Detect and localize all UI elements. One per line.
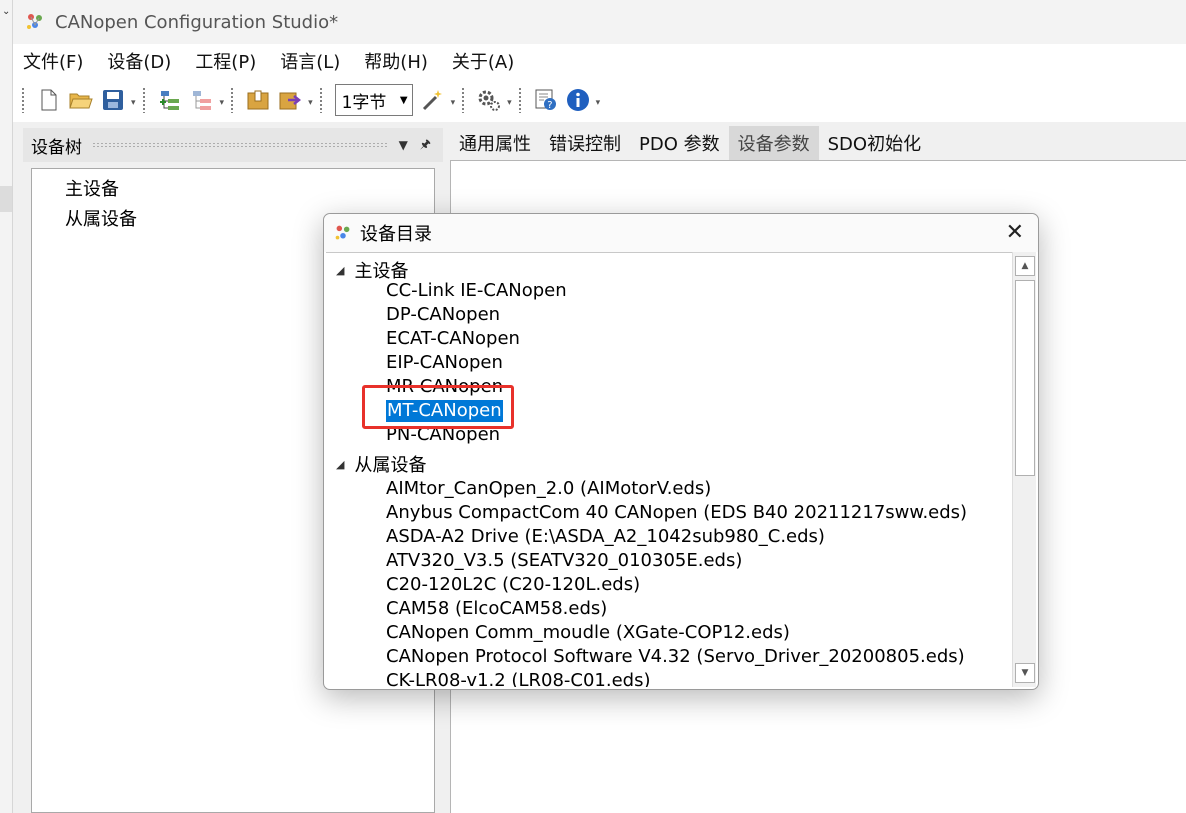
toolbar: ▾ ▾ ▾ 1字节 ▼ ▾ ▾ ? ▾ bbox=[13, 78, 1186, 122]
menu-file[interactable]: 文件(F) bbox=[23, 48, 83, 74]
device-tree-header: 设备树 ▼ 🖈 bbox=[23, 128, 443, 162]
remove-node-icon[interactable] bbox=[190, 88, 214, 112]
tab-device-params[interactable]: 设备参数 bbox=[728, 126, 819, 160]
list-item[interactable]: DP-CANopen bbox=[386, 304, 500, 326]
group-slave[interactable]: ◢ 从属设备 bbox=[336, 451, 426, 477]
list-item[interactable]: CC-Link IE-CANopen bbox=[386, 280, 567, 302]
device-catalog-list[interactable]: ◢ 主设备 CC-Link IE-CANopen DP-CANopen ECAT… bbox=[326, 252, 1012, 687]
scrollbar-thumb[interactable] bbox=[1015, 280, 1035, 476]
device-catalog-dialog: 设备目录 ✕ ◢ 主设备 CC-Link IE-CANopen DP-CANop… bbox=[323, 213, 1039, 690]
svg-text:?: ? bbox=[547, 100, 552, 111]
tab-pdo[interactable]: PDO 参数 bbox=[630, 126, 729, 160]
app-logo-icon bbox=[23, 10, 47, 34]
export-icon[interactable] bbox=[278, 88, 302, 112]
chevron-down-icon[interactable]: ▾ bbox=[131, 98, 136, 108]
toolbar-grip[interactable] bbox=[21, 87, 25, 113]
toolbar-grip[interactable] bbox=[461, 87, 466, 113]
collapse-triangle-icon[interactable]: ◢ bbox=[336, 458, 344, 471]
list-item[interactable]: Anybus CompactCom 40 CANopen (EDS B40 20… bbox=[386, 502, 967, 524]
chevron-down-icon[interactable]: ▾ bbox=[507, 98, 512, 108]
scroll-up-icon[interactable]: ▲ bbox=[1015, 256, 1035, 276]
title-bar: CANopen Configuration Studio* bbox=[13, 0, 1186, 44]
menu-about[interactable]: 关于(A) bbox=[452, 48, 514, 74]
info-icon[interactable] bbox=[566, 88, 590, 112]
background-band bbox=[0, 186, 12, 212]
help-icon[interactable]: ? bbox=[534, 88, 558, 112]
toolbar-grip[interactable] bbox=[517, 87, 522, 113]
chevron-down-icon[interactable]: ▾ bbox=[451, 98, 456, 108]
dropdown-arrow-icon[interactable]: ▼ bbox=[399, 138, 408, 152]
toolbar-grip[interactable] bbox=[318, 87, 323, 113]
vertical-scrollbar[interactable]: ▲ ▼ bbox=[1012, 252, 1036, 687]
close-icon[interactable]: ✕ bbox=[1006, 220, 1024, 245]
save-icon[interactable] bbox=[101, 88, 125, 112]
list-item[interactable]: CANopen Comm_moudle (XGate-COP12.eds) bbox=[386, 622, 790, 644]
window-title: CANopen Configuration Studio* bbox=[55, 11, 339, 33]
list-item[interactable]: CANopen Protocol Software V4.32 (Servo_D… bbox=[386, 646, 965, 668]
chevron-down-icon[interactable]: ▾ bbox=[308, 98, 313, 108]
tree-node-slave[interactable]: 从属设备 bbox=[65, 205, 137, 231]
tab-error-control[interactable]: 错误控制 bbox=[540, 126, 630, 160]
device-tree-title: 设备树 bbox=[31, 137, 82, 158]
chevron-down-icon: ▼ bbox=[399, 94, 408, 106]
scroll-down-icon[interactable]: ▼ bbox=[1015, 663, 1035, 683]
list-item[interactable]: C20-120L2C (C20-120L.eds) bbox=[386, 574, 640, 596]
background-window-edge: ⌄ bbox=[0, 0, 13, 813]
chevron-down-icon[interactable]: ⌄ bbox=[2, 6, 10, 17]
list-item[interactable]: EIP-CANopen bbox=[386, 352, 503, 374]
toolbar-grip[interactable] bbox=[141, 87, 146, 113]
list-item[interactable]: ECAT-CANopen bbox=[386, 328, 520, 350]
dialog-title-bar[interactable]: 设备目录 ✕ bbox=[324, 214, 1038, 252]
list-item[interactable]: AIMtor_CanOpen_2.0 (AIMotorV.eds) bbox=[386, 478, 711, 500]
list-item[interactable]: CK-LR08-v1.2 (LR08-C01.eds) bbox=[386, 670, 650, 687]
highlight-annotation-box bbox=[362, 385, 514, 429]
open-folder-icon[interactable] bbox=[69, 88, 93, 112]
list-item[interactable]: ASDA-A2 Drive (E:\ASDA_A2_1042sub980_C.e… bbox=[386, 526, 825, 548]
list-item[interactable]: CAM58 (ElcoCAM58.eds) bbox=[386, 598, 607, 620]
dialog-title: 设备目录 bbox=[360, 224, 432, 245]
add-node-icon[interactable] bbox=[158, 88, 182, 112]
toolbar-grip[interactable] bbox=[230, 87, 235, 113]
settings-gear-icon[interactable] bbox=[477, 88, 501, 112]
pane-drag-handle[interactable] bbox=[92, 142, 389, 148]
download-icon[interactable] bbox=[246, 88, 270, 112]
property-tabs: 通用属性 错误控制 PDO 参数 设备参数 SDO初始化 bbox=[450, 126, 930, 160]
byte-size-select[interactable]: 1字节 ▼ bbox=[334, 84, 413, 116]
menu-device[interactable]: 设备(D) bbox=[107, 48, 171, 74]
pin-icon[interactable]: 🖈 bbox=[420, 135, 431, 156]
tree-node-master[interactable]: 主设备 bbox=[65, 175, 119, 201]
tab-sdo-init[interactable]: SDO初始化 bbox=[819, 126, 930, 160]
chevron-down-icon[interactable]: ▾ bbox=[220, 98, 225, 108]
wand-icon[interactable] bbox=[421, 88, 445, 112]
menu-project[interactable]: 工程(P) bbox=[195, 48, 256, 74]
list-item[interactable]: ATV320_V3.5 (SEATV320_010305E.eds) bbox=[386, 550, 742, 572]
menu-help[interactable]: 帮助(H) bbox=[364, 48, 428, 74]
tab-general[interactable]: 通用属性 bbox=[450, 126, 540, 160]
app-logo-icon bbox=[332, 222, 354, 244]
byte-size-value: 1字节 bbox=[341, 92, 387, 113]
menu-language[interactable]: 语言(L) bbox=[280, 48, 340, 74]
collapse-triangle-icon[interactable]: ◢ bbox=[336, 264, 344, 277]
new-file-icon[interactable] bbox=[37, 88, 61, 112]
chevron-down-icon[interactable]: ▾ bbox=[596, 98, 601, 108]
menu-bar: 文件(F) 设备(D) 工程(P) 语言(L) 帮助(H) 关于(A) bbox=[13, 44, 1186, 78]
group-label: 从属设备 bbox=[354, 455, 427, 476]
